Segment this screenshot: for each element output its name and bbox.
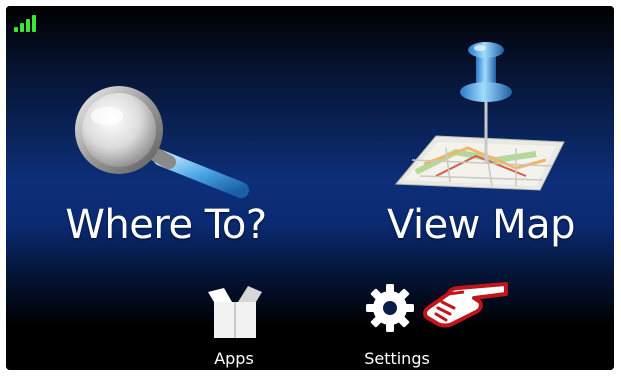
view-map-label: View Map [386,202,576,248]
apps-button[interactable]: Apps [194,276,274,370]
pointing-hand-icon [423,282,508,328]
where-to-label: Where To? [65,202,267,248]
magnifying-glass-icon [75,86,249,198]
where-to-button[interactable]: Where To? [46,66,286,266]
device-frame: Where To? View Map Apps Settings [6,6,614,370]
box-icon [208,286,262,338]
view-map-button[interactable]: View Map [366,36,596,266]
map-pushpin-icon [394,42,565,191]
settings-label: Settings [364,349,430,368]
gear-icon [366,284,414,332]
signal-bars-icon [14,14,36,32]
apps-label: Apps [214,349,254,368]
main-menu-screen: Where To? View Map Apps Settings [6,6,614,370]
